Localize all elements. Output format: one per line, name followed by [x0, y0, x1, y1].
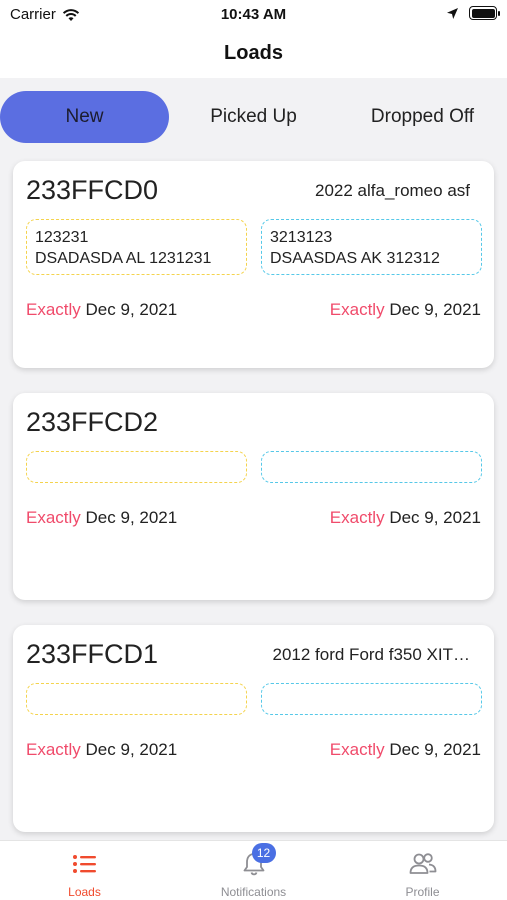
dropoff-date: Exactly Dec 9, 2021	[330, 740, 481, 760]
pickup-date: Exactly Dec 9, 2021	[26, 300, 177, 320]
pickup-date-kind: Exactly	[26, 300, 81, 319]
pickup-date: Exactly Dec 9, 2021	[26, 740, 177, 760]
pickup-address	[26, 451, 247, 483]
pickup-date-kind: Exactly	[26, 740, 81, 759]
dropoff-date-kind: Exactly	[329, 508, 385, 527]
dropoff-address: 3213123 DSAASDAS AK 312312	[261, 219, 482, 275]
tab-bar-notifications-label: Notifications	[220, 885, 287, 899]
tab-bar-loads[interactable]: Loads	[0, 841, 169, 900]
navigation-bar: Loads	[0, 30, 507, 78]
pickup-date: Exactly Dec 9, 2021	[26, 508, 177, 528]
load-card[interactable]: 233FFCD0 2022 alfa_romeo asf 123231 DSAD…	[13, 161, 494, 368]
vehicle-info: 2012 ford Ford f350 XIT…	[272, 645, 471, 664]
dropoff-date-value: Dec 9, 2021	[389, 740, 481, 759]
dropoff-date-value: Dec 9, 2021	[389, 300, 481, 319]
tab-picked-up[interactable]: Picked Up	[169, 91, 338, 143]
tab-dropped-off[interactable]: Dropped Off	[338, 91, 507, 143]
battery-icon	[469, 6, 500, 20]
dropoff-date: Exactly Dec 9, 2021	[330, 300, 481, 320]
load-id: 233FFCD2	[26, 407, 159, 437]
dropoff-date-kind: Exactly	[329, 740, 385, 759]
pickup-date-value: Dec 9, 2021	[85, 508, 178, 527]
tab-bar-loads-label: Loads	[68, 885, 101, 899]
load-id: 233FFCD0	[26, 175, 159, 205]
load-status-tabs: New Picked Up Dropped Off	[0, 91, 507, 143]
load-card[interactable]: 233FFCD2 Exactly Dec 9, 2021 Exactly Dec…	[13, 393, 494, 600]
pickup-address: 123231 DSADASDA AL 1231231	[26, 219, 247, 275]
clock: 10:43 AM	[220, 6, 287, 23]
pickup-address-line2: DSADASDA AL 1231231	[35, 250, 212, 267]
bottom-tab-bar: Loads 12 Notifications Profile	[0, 840, 507, 900]
status-bar: Carrier 10:43 AM	[0, 0, 507, 30]
users-icon	[409, 853, 436, 874]
pickup-date-value: Dec 9, 2021	[85, 300, 178, 319]
dropoff-address-line2: DSAASDAS AK 312312	[270, 250, 440, 267]
location-arrow-icon	[447, 7, 458, 19]
tab-bar-profile[interactable]: Profile	[338, 841, 507, 900]
dropoff-address	[261, 451, 482, 483]
notification-badge: 12	[251, 843, 276, 863]
page-title: Loads	[224, 42, 283, 64]
list-icon	[72, 855, 96, 873]
load-id: 233FFCD1	[26, 639, 159, 669]
load-card[interactable]: 233FFCD1 2012 ford Ford f350 XIT… Exactl…	[13, 625, 494, 832]
dropoff-date-value: Dec 9, 2021	[389, 508, 481, 527]
dropoff-address-line1: 3213123	[270, 229, 333, 246]
dropoff-date: Exactly Dec 9, 2021	[330, 508, 481, 528]
dropoff-address	[261, 683, 482, 715]
pickup-date-kind: Exactly	[26, 508, 81, 527]
pickup-address	[26, 683, 247, 715]
pickup-date-value: Dec 9, 2021	[85, 740, 178, 759]
tab-bar-profile-label: Profile	[405, 885, 440, 899]
dropoff-date-kind: Exactly	[329, 300, 385, 319]
pickup-address-line1: 123231	[35, 229, 89, 246]
tab-new[interactable]: New	[0, 91, 169, 143]
tab-bar-notifications[interactable]: 12 Notifications	[169, 841, 338, 900]
vehicle-info: 2022 alfa_romeo asf	[315, 181, 470, 200]
